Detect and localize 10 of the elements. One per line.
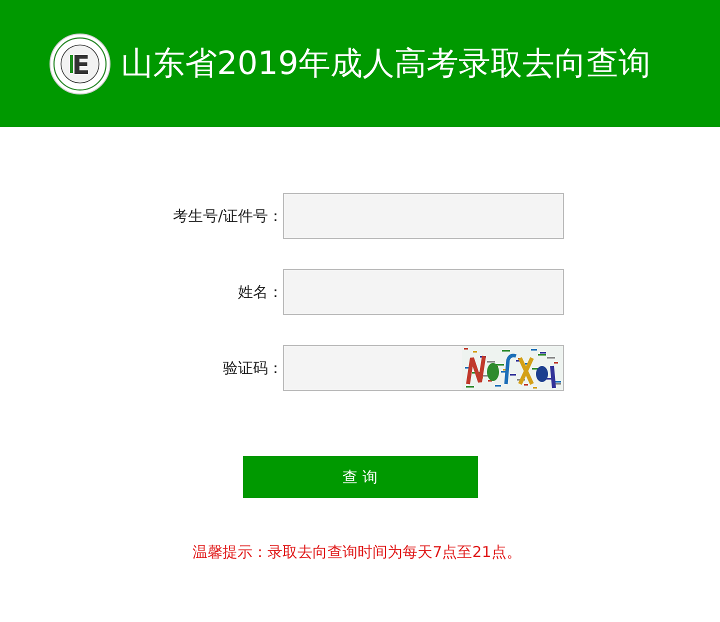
field-label: 考生号/证件号： (172, 206, 283, 226)
field-label: 姓名： (238, 282, 283, 302)
captcha-input-field[interactable] (283, 345, 564, 391)
input-field[interactable] (283, 193, 564, 239)
field-label: 验证码： (223, 358, 283, 378)
query-button[interactable]: 查 询 (242, 456, 478, 498)
page-title: 山东省2019年成人高考录取去向查询 (121, 44, 650, 83)
notice-text: 温馨提示：录取去向查询时间为每天7点至21点。 (192, 543, 522, 562)
input-field[interactable] (283, 269, 564, 315)
logo-icon: E (49, 32, 111, 94)
